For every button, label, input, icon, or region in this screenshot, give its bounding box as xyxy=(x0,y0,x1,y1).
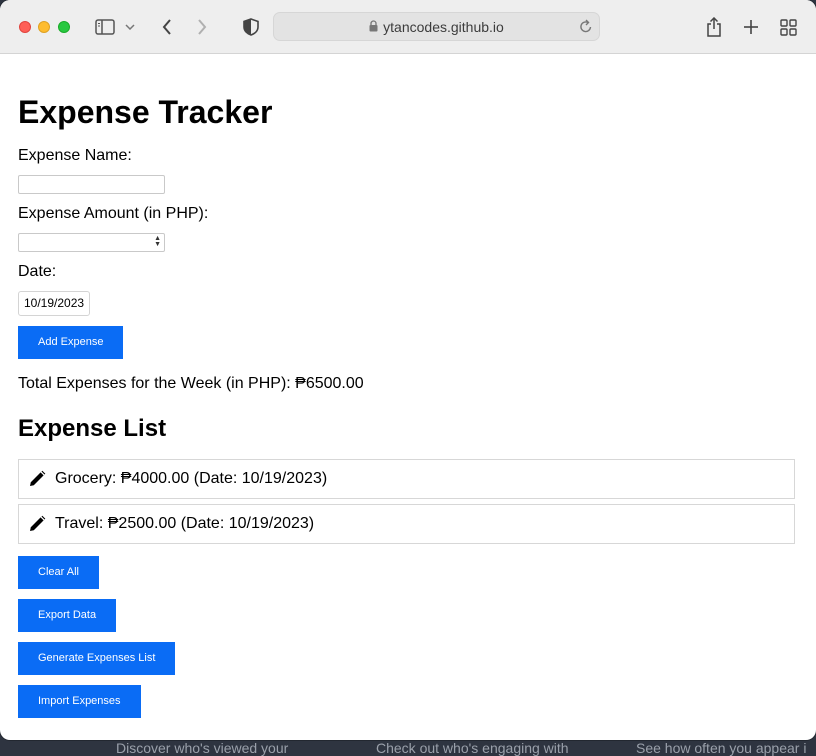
share-icon[interactable] xyxy=(703,16,725,38)
background-text-3: See how often you appear i xyxy=(636,740,807,756)
browser-toolbar: ytancodes.github.io xyxy=(0,0,816,54)
date-label: Date: xyxy=(18,263,57,280)
edit-pencil-icon[interactable] xyxy=(28,470,46,488)
stepper-icon[interactable]: ▲ ▼ xyxy=(154,235,161,248)
sidebar-icon[interactable] xyxy=(94,16,116,38)
action-buttons: Clear All Export Data Generate Expenses … xyxy=(18,556,798,718)
browser-window: ytancodes.github.io Expense Tracker Expe… xyxy=(0,0,816,740)
page-content: Expense Tracker Expense Name: Expense Am… xyxy=(0,94,816,718)
back-icon[interactable] xyxy=(156,16,178,38)
lock-icon xyxy=(369,19,378,35)
page-title: Expense Tracker xyxy=(18,94,273,130)
expense-item: Travel: ₱2500.00 (Date: 10/19/2023) xyxy=(18,504,795,544)
date-input[interactable]: 10/19/2023 xyxy=(18,291,91,316)
address-bar[interactable]: ytancodes.github.io xyxy=(273,12,600,41)
edit-pencil-icon[interactable] xyxy=(28,515,46,533)
expense-item-text: Grocery: ₱4000.00 (Date: 10/19/2023) xyxy=(55,470,328,487)
forward-icon[interactable] xyxy=(191,16,213,38)
tab-overview-icon[interactable] xyxy=(777,16,799,38)
minimize-window-button[interactable] xyxy=(38,21,50,33)
expense-item: Grocery: ₱4000.00 (Date: 10/19/2023) xyxy=(18,459,795,499)
import-expenses-button[interactable]: Import Expenses xyxy=(18,685,141,718)
new-tab-icon[interactable] xyxy=(740,16,762,38)
reload-icon[interactable] xyxy=(579,19,593,37)
expense-item-text: Travel: ₱2500.00 (Date: 10/19/2023) xyxy=(55,515,315,532)
total-expenses-text: Total Expenses for the Week (in PHP): ₱6… xyxy=(18,375,364,392)
expense-amount-label: Expense Amount (in PHP): xyxy=(18,205,209,222)
clear-all-button[interactable]: Clear All xyxy=(18,556,99,589)
background-text-1: Discover who's viewed your xyxy=(116,740,289,756)
url-text: ytancodes.github.io xyxy=(383,18,504,35)
generate-expenses-list-button[interactable]: Generate Expenses List xyxy=(18,642,176,675)
close-window-button[interactable] xyxy=(19,21,31,33)
background-text-2: Check out who's engaging with xyxy=(376,740,569,756)
shield-icon[interactable] xyxy=(240,16,262,38)
expense-amount-input[interactable]: ▲ ▼ xyxy=(18,233,165,252)
add-expense-button[interactable]: Add Expense xyxy=(18,326,124,359)
expense-list-title: Expense List xyxy=(18,415,167,442)
chevron-down-icon[interactable] xyxy=(123,16,137,38)
expense-name-input[interactable] xyxy=(18,175,165,194)
expense-name-label: Expense Name: xyxy=(18,147,132,164)
zoom-window-button[interactable] xyxy=(58,21,70,33)
export-data-button[interactable]: Export Data xyxy=(18,599,117,632)
